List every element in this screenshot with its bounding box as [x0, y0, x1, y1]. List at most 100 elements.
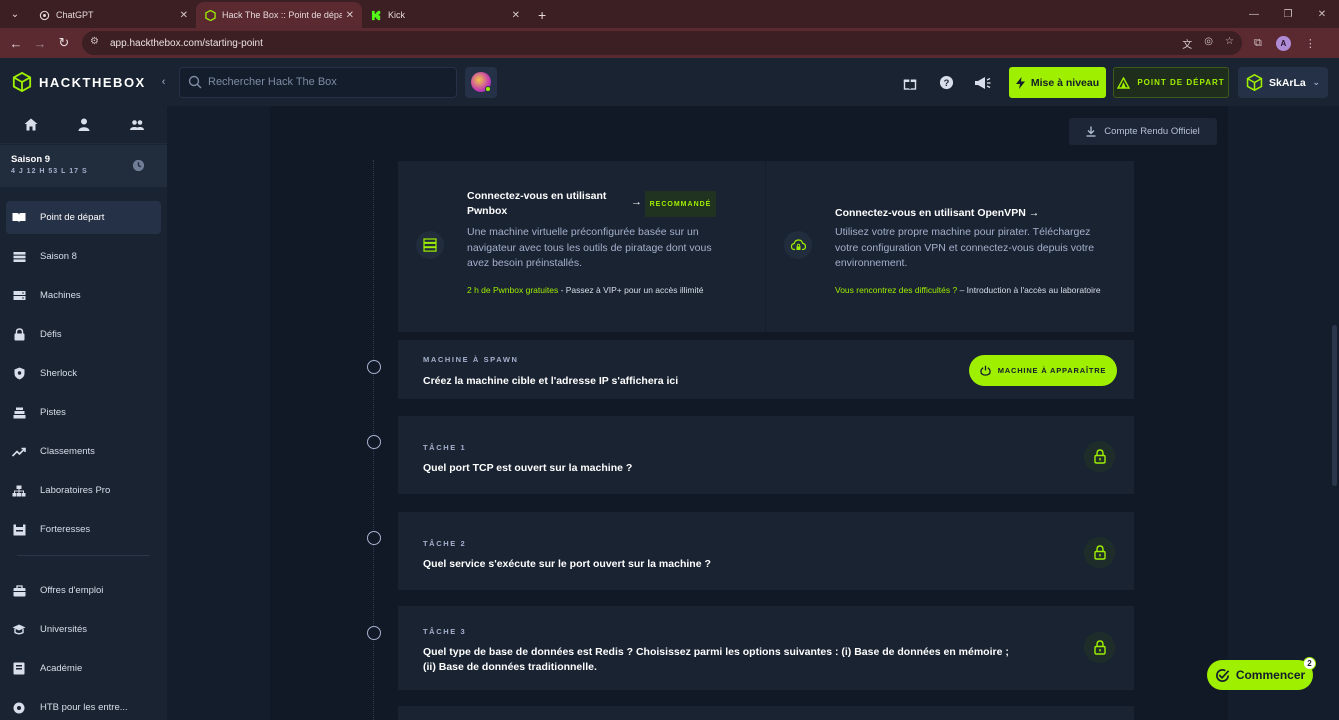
brand-wordmark: HACKTHEBOX — [39, 74, 146, 90]
task-lock-icon[interactable] — [1084, 537, 1115, 568]
task-card[interactable]: TÂCHE 2 Quel service s'exécute sur le po… — [398, 512, 1134, 590]
browser-profile-avatar[interactable]: A — [1275, 35, 1291, 51]
tab-close-icon[interactable]: ✕ — [180, 10, 188, 21]
pwnbox-option[interactable]: Connectez-vous en utilisant Pwnbox → REC… — [398, 161, 766, 332]
extensions-puzzle-icon[interactable]: ⧉ — [1254, 37, 1262, 50]
sidebar-item-machines[interactable]: Machines — [6, 279, 161, 312]
tab-search-chevron-icon[interactable]: ⌄ — [6, 5, 24, 23]
sidebar-item-forteresses[interactable]: Forteresses — [6, 513, 161, 546]
clock-icon — [132, 159, 145, 172]
new-tab-plus-icon[interactable]: + — [538, 7, 546, 23]
browser-tab-kick[interactable]: Kick ✕ — [362, 2, 528, 28]
spawn-machine-button[interactable]: MACHINE À APPARAÎTRE — [969, 355, 1117, 386]
browser-address-bar: ← → ↻ ⚙ app.hackthebox.com/starting-poin… — [0, 28, 1339, 58]
sidebar-item-htb-business[interactable]: HTB pour les entre... — [6, 691, 161, 720]
minimize-icon[interactable]: — — [1237, 9, 1271, 20]
official-writeup-button[interactable]: Compte Rendu Officiel — [1069, 118, 1217, 145]
vpn-cloud-icon — [784, 231, 812, 259]
task-card[interactable]: TÂCHE 3 Quel type de base de données est… — [398, 606, 1134, 690]
sidebar-item-laboratoires-pro[interactable]: Laboratoires Pro — [6, 474, 161, 507]
sidebar-item-academie[interactable]: Académie — [6, 652, 161, 685]
season-panel[interactable]: Saison 9 4 J 12 H 53 L 17 S — [0, 145, 167, 187]
trouble-link[interactable]: Vous rencontrez des difficultés ? — [835, 285, 957, 295]
task-card[interactable]: TÂCHE 1 Quel port TCP est ouvert sur la … — [398, 416, 1134, 494]
sidebar-item-label: Académie — [40, 663, 83, 674]
starting-point-button[interactable]: POINT DE DÉPART — [1113, 67, 1229, 98]
sidebar-item-defis[interactable]: Défis — [6, 318, 161, 351]
close-window-icon[interactable]: ✕ — [1305, 9, 1339, 20]
download-icon — [1086, 126, 1096, 137]
scrollbar-thumb[interactable] — [1332, 325, 1337, 486]
url-omnibox[interactable]: ⚙ app.hackthebox.com/starting-point 文 ◎ … — [82, 31, 1242, 55]
reload-icon[interactable]: ↻ — [52, 35, 76, 51]
openvpn-title[interactable]: Connectez-vous en utilisant OpenVPN → — [835, 206, 1095, 221]
browser-tab-chatgpt[interactable]: ChatGPT ✕ — [30, 2, 196, 28]
upgrade-button[interactable]: Mise à niveau — [1009, 67, 1106, 98]
tab-close-icon[interactable]: ✕ — [346, 10, 354, 21]
svg-text:?: ? — [943, 78, 949, 88]
academy-icon — [12, 662, 26, 676]
briefcase-icon — [12, 584, 26, 598]
tab-close-icon[interactable]: ✕ — [512, 10, 520, 21]
sidebar-item-pistes[interactable]: Pistes — [6, 396, 161, 429]
pwnbox-footnote: 2 h de Pwnbox gratuites - Passez à VIP+ … — [467, 283, 707, 298]
chevron-down-icon: ⌄ — [1312, 77, 1320, 87]
htb-logo[interactable]: HACKTHEBOX ‹ — [0, 58, 167, 106]
sidebar-item-label: Point de départ — [40, 212, 105, 223]
task-label: TÂCHE 3 — [423, 627, 467, 636]
gift-icon[interactable] — [897, 68, 923, 98]
site-info-icon[interactable]: ⚙ — [90, 36, 104, 50]
sidebar-item-label: Saison 8 — [40, 251, 77, 262]
trend-icon — [12, 445, 26, 459]
user-menu[interactable]: SkArLa ⌄ — [1238, 67, 1328, 98]
task-lock-icon[interactable] — [1084, 441, 1115, 472]
home-icon[interactable] — [17, 118, 45, 131]
task-lock-icon[interactable] — [1084, 632, 1115, 663]
user-avatar-button[interactable] — [465, 66, 497, 98]
timeline-node — [367, 360, 381, 374]
user-icon[interactable] — [70, 118, 98, 131]
sidebar-item-offres-emploi[interactable]: Offres d'emploi — [6, 574, 161, 607]
spawn-label: MACHINE À SPAWN — [423, 355, 519, 364]
megaphone-icon[interactable] — [969, 68, 995, 98]
sidebar-item-point-de-depart[interactable]: Point de départ — [6, 201, 161, 234]
restore-icon[interactable]: ❐ — [1271, 9, 1305, 20]
sidebar-item-sherlock[interactable]: Sherlock — [6, 357, 161, 390]
collapse-sidebar-chevron-icon[interactable]: ‹ — [162, 76, 166, 88]
back-arrow-icon[interactable]: ← — [4, 36, 28, 51]
eye-off-icon[interactable]: ◎ — [1204, 36, 1213, 51]
openvpn-option[interactable]: Connectez-vous en utilisant OpenVPN → Ut… — [766, 161, 1134, 332]
search-input[interactable] — [208, 76, 448, 88]
sidebar-item-saison-8[interactable]: Saison 8 — [6, 240, 161, 273]
translate-icon[interactable]: 文 — [1182, 36, 1192, 51]
url-text: app.hackthebox.com/starting-point — [110, 37, 263, 49]
timeline-node — [367, 435, 381, 449]
htb-cube-icon — [12, 72, 32, 92]
business-icon — [12, 701, 26, 715]
fortress-icon — [12, 523, 26, 537]
sidebar-item-label: HTB pour les entre... — [40, 702, 128, 713]
browser-menu-kebab-icon[interactable]: ⋮ — [1305, 37, 1316, 50]
global-search[interactable] — [179, 66, 457, 98]
browser-tab-hackthebox[interactable]: Hack The Box :: Point de départ ✕ — [196, 2, 362, 28]
sidebar-quick-icons — [0, 106, 167, 144]
window-controls: — ❐ ✕ — [1237, 0, 1339, 28]
forward-arrow-icon[interactable]: → — [28, 36, 52, 51]
lock-icon — [12, 328, 26, 342]
commencer-label: Commencer — [1235, 668, 1306, 682]
pwnbox-free-hours[interactable]: 2 h de Pwnbox gratuites — [467, 285, 558, 295]
sidebar-item-universites[interactable]: Universités — [6, 613, 161, 646]
lab-access-link[interactable]: – Introduction à l'accès au laboratoire — [957, 285, 1101, 295]
shield-icon — [12, 367, 26, 381]
help-icon[interactable]: ? — [933, 68, 959, 98]
tent-icon — [1117, 76, 1131, 89]
spawn-machine-card: MACHINE À SPAWN Créez la machine cible e… — [398, 340, 1134, 399]
sidebar-item-classements[interactable]: Classements — [6, 435, 161, 468]
bookmark-star-icon[interactable]: ☆ — [1225, 36, 1234, 51]
page-scrollbar[interactable] — [1330, 106, 1339, 720]
sidebar-item-label: Pistes — [40, 407, 66, 418]
pwnbox-title[interactable]: Connectez-vous en utilisant Pwnbox — [467, 189, 627, 219]
team-icon[interactable] — [123, 119, 151, 131]
username: SkArLa — [1269, 76, 1306, 89]
commencer-button[interactable]: Commencer — [1207, 660, 1313, 690]
